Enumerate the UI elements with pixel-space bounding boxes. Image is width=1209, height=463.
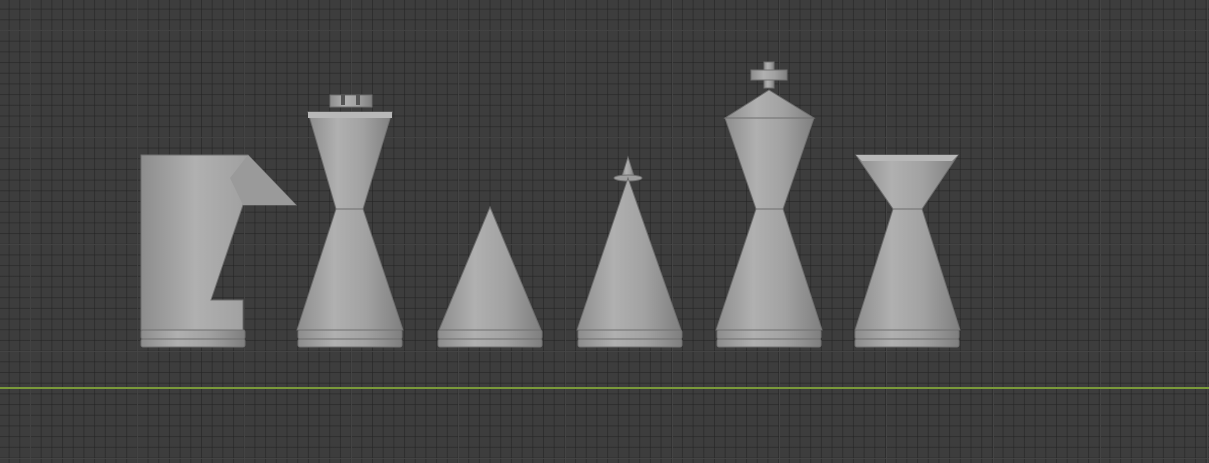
queen-piece[interactable] xyxy=(854,154,961,348)
3d-viewport[interactable] xyxy=(0,0,1209,463)
chess-pieces-scene xyxy=(140,61,961,348)
king-piece[interactable] xyxy=(715,61,823,348)
bishop-piece[interactable] xyxy=(576,155,683,348)
pawn-piece[interactable] xyxy=(437,205,543,348)
rook-piece[interactable] xyxy=(296,94,404,348)
knight-piece[interactable] xyxy=(140,154,298,348)
